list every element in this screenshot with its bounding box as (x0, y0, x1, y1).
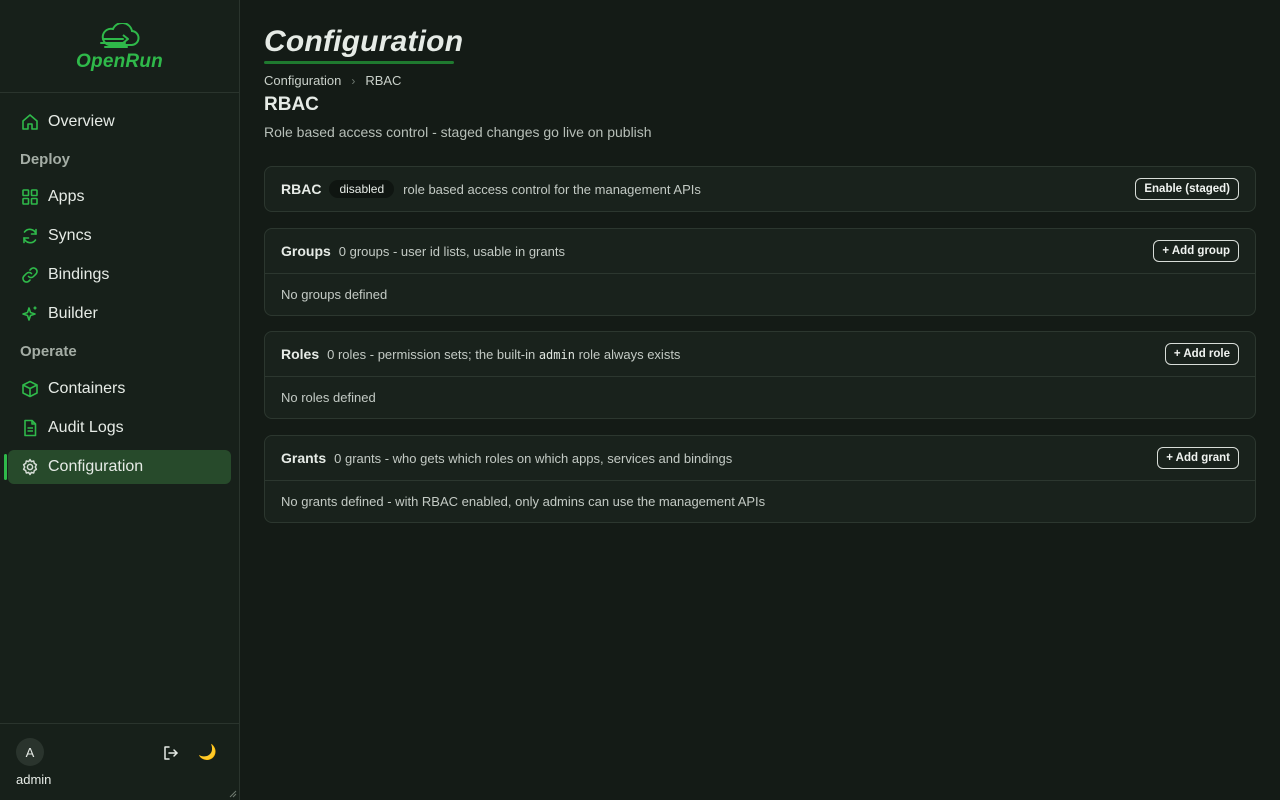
breadcrumb: Configuration › RBAC (264, 73, 1256, 88)
sidebar-item-label: Apps (48, 188, 85, 205)
sparkle-icon (20, 304, 40, 324)
sidebar-item-audit-logs[interactable]: Audit Logs (8, 411, 231, 445)
groups-card-title: Groups (281, 243, 331, 259)
refresh-icon (20, 226, 40, 246)
sidebar-item-label: Audit Logs (48, 419, 124, 436)
chevron-right-icon: › (351, 73, 356, 88)
section-title: RBAC (264, 94, 319, 115)
breadcrumb-rbac: RBAC (365, 73, 402, 88)
nav-section-operate: Operate (20, 342, 77, 360)
sidebar-item-label: Bindings (48, 266, 110, 283)
roles-card-description: 0 roles - permission sets; the built-in … (327, 347, 680, 362)
logo[interactable]: OpenRun (0, 0, 239, 93)
sidebar-item-bindings[interactable]: Bindings (8, 258, 231, 292)
sidebar-item-label: Overview (48, 113, 115, 130)
roles-card: Roles 0 roles - permission sets; the bui… (264, 331, 1256, 419)
grid-icon (20, 187, 40, 207)
grants-card-description: 0 grants - who gets which roles on which… (334, 450, 733, 466)
roles-desc-before: 0 roles - permission sets; the built-in (327, 346, 539, 362)
rbac-card-title: RBAC (281, 181, 322, 197)
page-title: Configuration (264, 25, 464, 58)
sidebar-item-overview[interactable]: Overview (8, 105, 231, 139)
sidebar-item-containers[interactable]: Containers (8, 372, 231, 406)
cube-icon (20, 379, 40, 399)
add-grant-button[interactable]: + Add grant (1157, 447, 1239, 469)
grants-card: Grants 0 grants - who gets which roles o… (264, 435, 1256, 523)
rbac-card-header: RBAC disabled role based access control … (265, 167, 1255, 211)
title-underline (264, 61, 454, 64)
add-group-button[interactable]: + Add group (1153, 240, 1239, 262)
section-subtitle: Role based access control - staged chang… (264, 124, 652, 140)
sidebar-footer: A admin 🌙 (0, 723, 239, 800)
cloud-logo-icon (99, 23, 139, 48)
brand-name: OpenRun (76, 51, 163, 72)
sidebar-item-label: Configuration (48, 458, 144, 475)
grants-empty-message: No grants defined - with RBAC enabled, o… (265, 480, 1255, 522)
enable-staged-button[interactable]: Enable (staged) (1135, 178, 1239, 200)
rbac-card-description: role based access control for the manage… (403, 181, 701, 197)
roles-desc-after: role always exists (574, 346, 681, 362)
moon-icon[interactable]: 🌙 (198, 743, 217, 761)
resize-grip-icon[interactable] (229, 790, 237, 798)
home-icon (20, 112, 40, 132)
add-role-button[interactable]: + Add role (1164, 343, 1239, 365)
groups-card-description: 0 groups - user id lists, usable in gran… (338, 243, 565, 259)
roles-card-header: Roles 0 roles - permission sets; the bui… (265, 332, 1255, 376)
roles-empty-message: No roles defined (265, 376, 1255, 418)
avatar[interactable]: A (16, 738, 44, 766)
logout-icon[interactable] (162, 744, 180, 762)
sidebar-item-label: Containers (48, 380, 126, 397)
roles-desc-code: admin (538, 347, 575, 362)
rbac-card: RBAC disabled role based access control … (264, 166, 1256, 212)
sidebar-item-builder[interactable]: Builder (8, 297, 231, 331)
sidebar-item-syncs[interactable]: Syncs (8, 219, 231, 253)
grants-card-title: Grants (281, 450, 327, 466)
breadcrumb-configuration[interactable]: Configuration (264, 73, 341, 88)
sidebar-item-label: Syncs (48, 227, 92, 244)
nav-section-deploy: Deploy (20, 150, 71, 168)
sidebar-item-label: Builder (48, 305, 98, 322)
user-name: admin (16, 772, 52, 787)
gear-icon (20, 457, 40, 477)
groups-card-header: Groups 0 groups - user id lists, usable … (265, 229, 1255, 273)
sidebar-item-configuration[interactable]: Configuration (4, 450, 231, 484)
sidebar-item-apps[interactable]: Apps (8, 180, 231, 214)
grants-card-header: Grants 0 grants - who gets which roles o… (265, 436, 1255, 480)
groups-empty-message: No groups defined (265, 273, 1255, 315)
link-icon (20, 265, 40, 285)
document-icon (20, 418, 40, 438)
sidebar-nav: Overview Deploy Apps Syncs Bindings Buil… (0, 93, 239, 484)
roles-card-title: Roles (281, 346, 320, 362)
groups-card: Groups 0 groups - user id lists, usable … (264, 228, 1256, 316)
sidebar: OpenRun Overview Deploy Apps Syncs Bindi… (0, 0, 240, 800)
status-badge: disabled (329, 180, 395, 198)
main-content: Configuration Configuration › RBAC RBAC … (264, 0, 1256, 523)
